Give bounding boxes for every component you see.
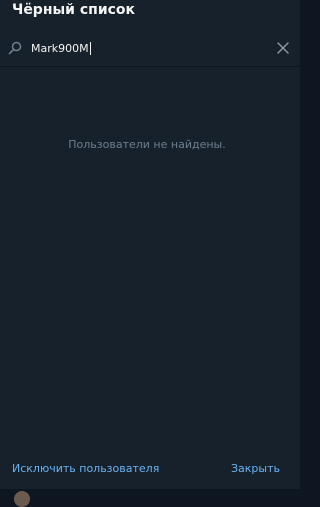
close-button[interactable]: Закрыть [231,462,280,475]
dialog-title: Чёрный список [12,2,136,18]
blacklist-dialog: Чёрный список Mark900M Пользователи не н… [0,0,300,497]
text-caret [89,41,91,55]
search-icon [8,41,22,55]
search-divider [0,66,300,67]
search-bar: Mark900M [0,34,300,64]
empty-results-message: Пользователи не найдены. [68,138,226,151]
avatar [14,491,30,507]
search-input-value: Mark900M [31,42,89,55]
dialog-footer: Исключить пользователя Закрыть [0,452,300,488]
search-input[interactable]: Mark900M [31,38,91,60]
exclude-user-button[interactable]: Исключить пользователя [12,462,159,475]
background-window-strip [0,489,300,497]
close-icon[interactable] [276,41,290,55]
